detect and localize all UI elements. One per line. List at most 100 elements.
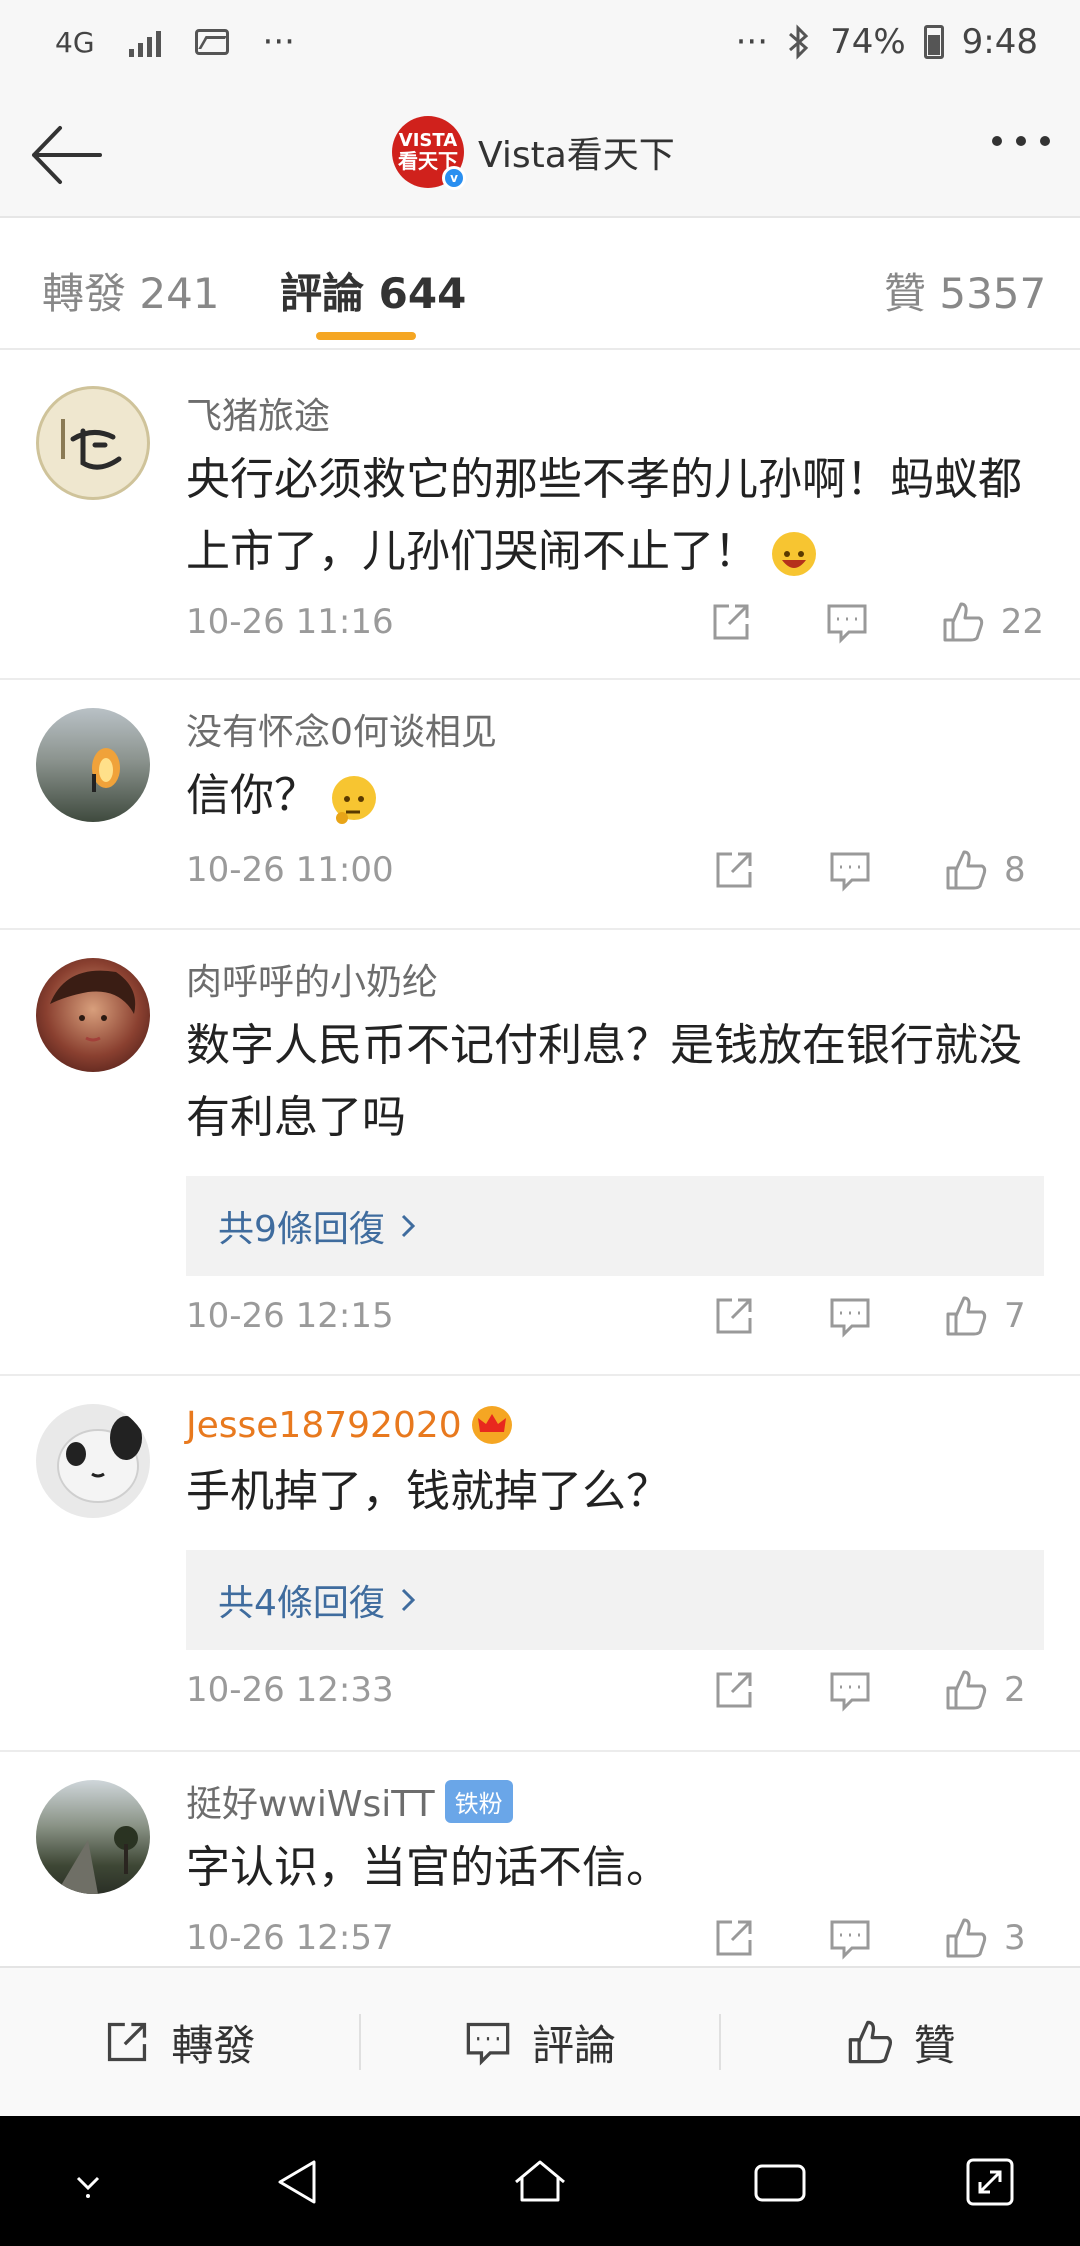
comment-list[interactable]: 飞猪旅途 央行必须救它的那些不孝的儿孙啊！蚂蚁都上市了，儿孙们哭闹不止了！ 10… — [0, 352, 1080, 1966]
comment-item: 肉呼呼的小奶纶 数字人民币不记付利息？是钱放在银行就没有利息了吗 共9條回復 1… — [0, 930, 1080, 1376]
comment-username[interactable]: 飞猪旅途 — [186, 388, 1044, 438]
laughing-emoji-icon — [772, 532, 816, 576]
comment-icon[interactable] — [828, 848, 872, 892]
like-label: 贊 — [913, 2020, 956, 2070]
view-replies-button[interactable]: 共9條回復 — [186, 1176, 1044, 1276]
comment-item: 没有怀念0何谈相见 信你？ 10-26 11:00 8 — [0, 680, 1080, 930]
comment-date: 10-26 12:57 — [186, 1918, 394, 1958]
portrait-avatar-image — [50, 970, 136, 1042]
account-name: Vista看天下 — [478, 135, 675, 176]
like-icon — [848, 2020, 892, 2064]
chevron-right-icon — [401, 1214, 416, 1238]
tab-comments[interactable]: 評論 644 — [280, 260, 466, 321]
panda-avatar-image — [57, 1416, 142, 1503]
user-avatar[interactable] — [36, 1404, 150, 1518]
signal-icon — [128, 27, 161, 57]
like-count: 7 — [1004, 1296, 1026, 1336]
tab-reposts[interactable]: 轉發 241 — [42, 260, 220, 321]
comment-icon[interactable] — [828, 1668, 872, 1712]
comment-username[interactable]: Jesse18792020 — [186, 1400, 1044, 1450]
user-avatar[interactable] — [36, 1780, 150, 1894]
home-nav-icon[interactable] — [510, 2152, 570, 2212]
more-options-button[interactable] — [992, 136, 1050, 146]
top-header: VISTA 看天下 v Vista看天下 — [0, 92, 1080, 218]
like-count: 22 — [1000, 602, 1044, 642]
comment-text-content: 央行必须救它的那些不孝的儿孙啊！蚂蚁都上市了，儿孙们哭闹不止了！ — [186, 454, 1022, 577]
fire-scene-avatar-image — [92, 748, 120, 792]
like-button[interactable]: 贊 — [721, 1968, 1080, 2116]
comment-username[interactable]: 挺好wwiWsiTT 铁粉 — [186, 1776, 1044, 1826]
more-notifications: ··· — [262, 22, 295, 62]
active-tab-indicator — [316, 332, 416, 340]
tab-bar: 轉發 241 評論 644 贊 5357 — [0, 218, 1080, 350]
comment-icon[interactable] — [828, 1294, 872, 1338]
repost-icon[interactable] — [712, 1668, 756, 1712]
like-icon[interactable] — [944, 1668, 988, 1712]
comment-username[interactable]: 没有怀念0何谈相见 — [186, 704, 1044, 754]
landscape-avatar-image — [56, 1826, 138, 1894]
image-notification-icon — [194, 29, 229, 55]
replies-label: 共9條回復 — [218, 1209, 385, 1250]
fan-badge: 铁粉 — [444, 1779, 513, 1823]
comment-date: 10-26 12:15 — [186, 1296, 394, 1336]
repost-icon — [108, 2022, 147, 2062]
network-indicator: 4G — [55, 25, 95, 59]
verified-icon: v — [442, 166, 466, 190]
more-status: ··· — [735, 22, 769, 62]
dot-icon — [1040, 136, 1050, 146]
comment-item: 挺好wwiWsiTT 铁粉 字认识，当官的话不信。 10-26 12:57 3 — [0, 1752, 1080, 1966]
system-nav-bar — [0, 2116, 1080, 2246]
comment-date: 10-26 11:00 — [186, 850, 394, 890]
repost-icon[interactable] — [712, 848, 756, 892]
comment-label: 評論 — [532, 2020, 617, 2070]
comment-username[interactable]: 肉呼呼的小奶纶 — [186, 954, 1044, 1004]
user-avatar[interactable] — [36, 958, 150, 1072]
view-replies-button[interactable]: 共4條回復 — [186, 1550, 1044, 1650]
fullscreen-icon[interactable] — [960, 2152, 1020, 2212]
user-avatar[interactable] — [36, 708, 150, 822]
comment-icon[interactable] — [828, 1916, 872, 1960]
like-count: 3 — [1004, 1918, 1026, 1958]
account-header[interactable]: VISTA 看天下 v Vista看天下 — [392, 116, 675, 190]
comment-item: Jesse18792020 手机掉了，钱就掉了么？ 共4條回復 10-26 12… — [0, 1376, 1080, 1752]
like-icon[interactable] — [944, 1294, 988, 1338]
repost-label: 轉發 — [171, 2020, 256, 2070]
replies-label: 共4條回復 — [218, 1583, 385, 1624]
bottom-action-bar: 轉發 評論 贊 — [0, 1966, 1080, 2116]
user-avatar[interactable] — [36, 386, 150, 500]
comment-text: 央行必须救它的那些不孝的儿孙啊！蚂蚁都上市了，儿孙们哭闹不止了！ — [186, 444, 1044, 588]
back-button[interactable] — [28, 120, 108, 190]
comment-text: 字认识，当官的话不信。 — [186, 1842, 670, 1893]
like-icon[interactable] — [944, 848, 988, 892]
repost-icon[interactable] — [712, 1294, 756, 1338]
battery-icon — [923, 25, 944, 59]
comment-text: 信你？ — [186, 760, 1044, 832]
comment-text-content: 信你？ — [186, 770, 318, 821]
recent-apps-icon[interactable] — [750, 2152, 810, 2212]
comment-icon[interactable] — [825, 600, 869, 644]
tab-likes[interactable]: 贊 5357 — [884, 260, 1046, 321]
comment-icon — [466, 2022, 510, 2066]
status-bar: 4G ··· ··· 74% 9:48 — [0, 0, 1080, 92]
comment-date: 10-26 11:16 — [186, 602, 394, 642]
comment-item: 飞猪旅途 央行必须救它的那些不孝的儿孙啊！蚂蚁都上市了，儿孙们哭闹不止了！ 10… — [0, 352, 1080, 680]
chevron-right-icon — [401, 1588, 416, 1612]
repost-button[interactable]: 轉發 — [0, 1968, 359, 2116]
hide-keyboard-icon[interactable] — [58, 2152, 118, 2212]
repost-icon[interactable] — [709, 600, 753, 644]
like-count: 2 — [1004, 1670, 1026, 1710]
like-icon[interactable] — [944, 1916, 988, 1960]
back-nav-icon[interactable] — [270, 2152, 330, 2212]
repost-icon[interactable] — [712, 1916, 756, 1960]
like-icon[interactable] — [941, 600, 985, 644]
comment-text: 手机掉了，钱就掉了么？ — [186, 1466, 670, 1517]
crown-badge-icon — [471, 1406, 512, 1444]
account-avatar: VISTA 看天下 v — [392, 116, 466, 190]
back-arrow-icon — [32, 126, 102, 184]
comment-text: 数字人民币不记付利息？是钱放在银行就没有利息了吗 — [186, 1020, 1022, 1143]
dot-icon — [1016, 136, 1026, 146]
comment-button[interactable]: 評論 — [361, 1968, 720, 2116]
bluetooth-icon — [789, 24, 809, 60]
dot-icon — [992, 136, 1002, 146]
clock: 9:48 — [961, 22, 1038, 62]
